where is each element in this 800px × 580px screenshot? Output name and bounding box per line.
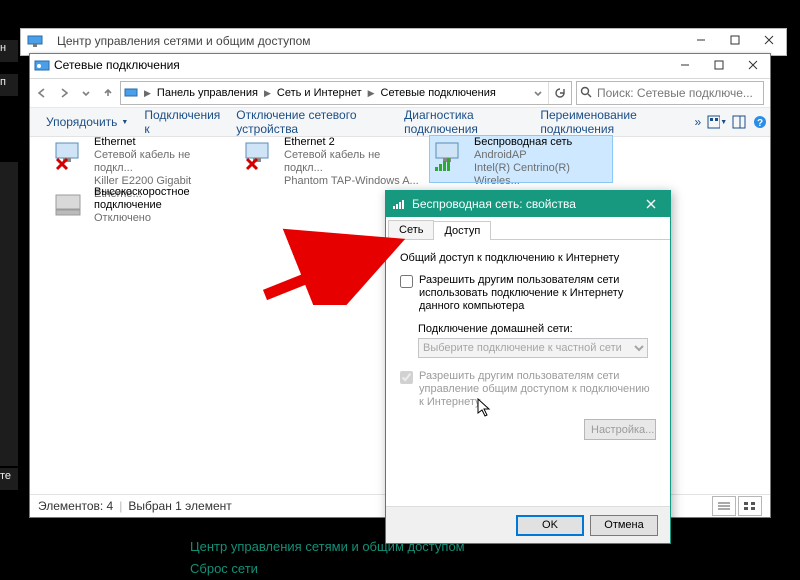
connection-status: AndroidAP [474,149,612,162]
ethernet-disconnected-icon [240,136,282,178]
ok-button[interactable]: OK [516,515,584,536]
dialog-titlebar: Беспроводная сеть: свойства [386,191,670,217]
allow-sharing-label: Разрешить другим пользователям сети испо… [419,274,656,313]
allow-control-label: Разрешить другим пользователям сети упра… [419,370,656,409]
more-commands-button[interactable]: » [691,111,706,133]
connection-item-wireless[interactable]: Беспроводная сеть AndroidAP Intel(R) Cen… [430,136,612,182]
allow-control-row: Разрешить другим пользователям сети упра… [400,370,656,409]
connection-status: Сетевой кабель не подкл... [94,149,232,175]
section-title: Общий доступ к подключению к Интернету [400,252,656,264]
parent-window-controls [684,29,786,51]
allow-sharing-row: Разрешить другим пользователям сети испо… [400,274,656,313]
parent-window-titlebar: Центр управления сетями и общим доступом [20,28,787,56]
connection-name: Ethernet 2 [284,136,422,149]
connection-name: Ethernet [94,136,232,149]
minimize-button[interactable] [684,29,718,51]
refresh-button[interactable] [548,82,571,104]
recent-locations-button[interactable] [76,83,96,103]
bg-fragment: те [0,468,18,490]
dialup-disabled-icon [50,186,92,228]
background-links: Центр управления сетями и общим доступом… [190,536,465,580]
connection-name: Высокоскоростное подключение [94,186,250,212]
organize-menu[interactable]: Упорядочить▼ [38,111,136,133]
connection-name: Беспроводная сеть [474,136,612,149]
address-dropdown-button[interactable] [528,83,548,103]
tab-network[interactable]: Сеть [388,220,434,239]
minimize-button[interactable] [668,54,702,76]
bg-fragment [0,162,18,466]
chevron-right-icon[interactable]: ▶ [262,88,273,99]
chevron-right-icon[interactable]: ▶ [142,88,153,99]
change-view-button[interactable]: ▼ [707,112,727,132]
cancel-button[interactable]: Отмена [590,515,658,536]
ethernet-disconnected-icon [50,136,92,178]
connection-item-dialup[interactable]: Высокоскоростное подключение Отключено [50,186,250,232]
chevron-right-icon[interactable]: ▶ [366,88,377,99]
connect-to-button[interactable]: Подключения к [136,104,228,140]
connection-item-ethernet[interactable]: Ethernet Сетевой кабель не подкл... Kill… [50,136,232,182]
connection-item-ethernet2[interactable]: Ethernet 2 Сетевой кабель не подкл... Ph… [240,136,422,182]
item-count: Элементов: 4 [38,499,113,513]
close-button[interactable] [752,29,786,51]
details-view-button[interactable] [712,496,736,516]
link-network-center[interactable]: Центр управления сетями и общим доступом [190,536,465,558]
breadcrumb-item[interactable]: Сетевые подключения [377,87,500,99]
close-button[interactable] [736,54,770,76]
dialog-body: Общий доступ к подключению к Интернету Р… [386,240,670,452]
connection-status: Сетевой кабель не подкл... [284,149,422,175]
folder-icon [34,57,50,73]
settings-button[interactable]: Настройка... [584,419,656,440]
wireless-properties-dialog: Беспроводная сеть: свойства Сеть Доступ … [385,190,671,544]
explorer-title: Сетевые подключения [54,58,180,72]
connection-status: Отключено [94,212,250,225]
help-button[interactable]: ? [752,112,768,132]
network-icon [124,86,138,100]
diagnose-connection-button[interactable]: Диагностика подключения [396,104,532,140]
breadcrumb-item[interactable]: Сеть и Интернет [273,87,366,99]
chevron-down-icon: ▼ [121,119,128,126]
breadcrumb-item[interactable]: Панель управления [153,87,262,99]
home-network-label: Подключение домашней сети: [418,323,656,335]
bg-fragment: п [0,74,18,96]
home-network-group: Подключение домашней сети: Выберите подк… [418,323,656,358]
wifi-icon [392,197,406,211]
rename-connection-button[interactable]: Переименование подключения [532,104,690,140]
search-placeholder: Поиск: Сетевые подключе... [597,86,753,100]
cursor-icon [477,398,493,418]
home-network-select[interactable]: Выберите подключение к частной сети [418,338,648,358]
explorer-titlebar: Сетевые подключения [30,54,770,79]
large-icons-view-button[interactable] [738,496,762,516]
maximize-button[interactable] [718,29,752,51]
up-button[interactable] [98,83,118,103]
svg-text:?: ? [757,118,763,129]
wifi-connected-icon [430,136,472,178]
explorer-window-controls [668,54,770,76]
search-input[interactable]: Поиск: Сетевые подключе... [576,81,764,105]
back-button[interactable] [32,83,52,103]
allow-control-checkbox[interactable] [400,371,413,384]
preview-pane-button[interactable] [731,112,747,132]
selected-count: Выбран 1 элемент [128,499,231,513]
dialog-close-button[interactable] [632,191,670,217]
bg-fragment: н [0,40,18,62]
forward-button[interactable] [54,83,74,103]
address-bar[interactable]: ▶ Панель управления ▶ Сеть и Интернет ▶ … [120,81,572,105]
allow-sharing-checkbox[interactable] [400,275,413,288]
command-bar: Упорядочить▼ Подключения к Отключение се… [30,108,770,137]
dialog-tabs: Сеть Доступ [386,217,670,240]
network-center-icon [27,33,43,49]
disable-device-button[interactable]: Отключение сетевого устройства [228,104,396,140]
search-icon [580,86,593,99]
dialog-title: Беспроводная сеть: свойства [412,197,576,211]
tab-sharing[interactable]: Доступ [433,221,491,240]
connection-adapter: Phantom TAP-Windows A... [284,175,422,188]
maximize-button[interactable] [702,54,736,76]
connection-adapter: Intel(R) Centrino(R) Wireles... [474,162,612,188]
parent-window-title: Центр управления сетями и общим доступом [57,34,311,48]
